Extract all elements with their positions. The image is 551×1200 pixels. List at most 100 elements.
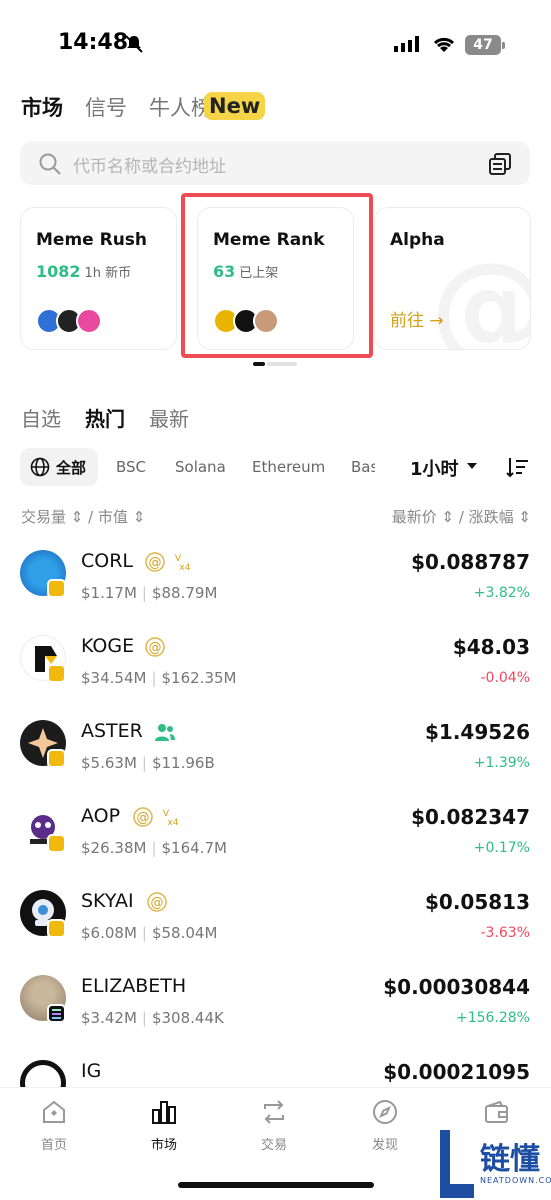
token-change: +0.17% bbox=[473, 840, 530, 856]
watermark-l-icon bbox=[440, 1130, 474, 1198]
token-change: +3.82% bbox=[473, 585, 530, 601]
token-symbol: KOGE bbox=[81, 635, 135, 657]
card-meme-rank[interactable]: Meme Rank 63 已上架 bbox=[197, 207, 354, 350]
card-count: 63 已上架 bbox=[213, 262, 279, 281]
timeframe-select[interactable]: 1小时 bbox=[410, 455, 459, 481]
goto-link[interactable]: 前往 → bbox=[390, 306, 444, 331]
token-stats: $1.17M | $88.79M bbox=[81, 584, 218, 602]
svg-text:@: @ bbox=[151, 896, 164, 911]
chain-all-chip[interactable]: 全部 bbox=[20, 448, 98, 486]
token-price: $48.03 bbox=[452, 635, 530, 659]
nav-market[interactable]: 市场 bbox=[124, 1098, 204, 1153]
bar-chart-icon bbox=[152, 1101, 176, 1124]
chain-base[interactable]: Bas bbox=[351, 458, 375, 476]
tab-favorites[interactable]: 自选 bbox=[21, 403, 61, 432]
home-indicator bbox=[178, 1182, 374, 1188]
bsc-badge-icon bbox=[47, 579, 66, 598]
nav-home[interactable]: 首页 bbox=[14, 1098, 94, 1153]
x4-icon: Vx4 bbox=[163, 809, 179, 827]
token-stats: $6.08M | $58.04M bbox=[81, 924, 218, 942]
token-stats: $34.54M | $162.35M bbox=[81, 669, 237, 687]
battery-icon: 47 bbox=[465, 35, 505, 55]
svg-text:x4: x4 bbox=[179, 563, 190, 572]
tab-rank[interactable]: 牛人榜 bbox=[149, 92, 212, 122]
new-badge: New bbox=[204, 92, 266, 120]
alpha-icon: @ bbox=[145, 637, 165, 657]
tab-latest[interactable]: 最新 bbox=[149, 403, 189, 432]
alpha-icon: @ bbox=[133, 807, 153, 827]
card-meme-rush[interactable]: Meme Rush 1082 1h 新币 bbox=[20, 207, 177, 350]
swap-icon bbox=[264, 1100, 284, 1124]
svg-text:x4: x4 bbox=[167, 818, 178, 827]
bsc-badge-icon bbox=[47, 749, 66, 768]
chain-solana[interactable]: Solana bbox=[175, 458, 226, 476]
bsc-badge-icon bbox=[47, 664, 66, 683]
bsc-badge-icon bbox=[47, 834, 66, 853]
search-input[interactable]: 代币名称或合约地址 bbox=[73, 152, 226, 177]
token-stats: $3.42M | $308.44K bbox=[81, 1009, 224, 1027]
globe-icon bbox=[30, 457, 50, 477]
x4-icon: Vx4 bbox=[175, 554, 191, 572]
token-symbol: ELIZABETH bbox=[81, 975, 187, 997]
caret-down-icon bbox=[467, 463, 477, 469]
card-count: 1082 1h 新币 bbox=[36, 262, 132, 281]
carousel-dot bbox=[267, 362, 297, 366]
token-price: $0.00021095 bbox=[383, 1060, 530, 1084]
card-alpha[interactable]: @ Alpha 前往 → bbox=[374, 207, 531, 350]
token-row[interactable]: SKYAI @ $6.08M | $58.04M $0.05813 -3.63% bbox=[0, 882, 551, 952]
tab-hot[interactable]: 热门 bbox=[85, 403, 125, 432]
token-price: $0.088787 bbox=[411, 550, 530, 574]
token-price: $0.00030844 bbox=[383, 975, 530, 999]
watchlist-copy-icon[interactable] bbox=[488, 152, 512, 176]
token-symbol: IG bbox=[81, 1060, 102, 1082]
users-icon bbox=[155, 724, 175, 741]
status-bar: 14:48 47 bbox=[0, 0, 551, 80]
token-stats: $5.63M | $11.96B bbox=[81, 754, 215, 772]
chain-filter: 全部 BSC Solana Ethereum Bas 1小时 bbox=[20, 448, 551, 486]
svg-text:@: @ bbox=[149, 556, 162, 571]
alpha-bg-icon: @ bbox=[430, 238, 530, 349]
column-header-volume[interactable]: 交易量 ⇕ / 市值 ⇕ bbox=[21, 506, 145, 527]
compass-icon bbox=[373, 1100, 397, 1124]
token-logo bbox=[20, 1060, 66, 1087]
tab-market[interactable]: 市场 bbox=[21, 92, 63, 122]
wifi-icon bbox=[433, 37, 455, 52]
token-stats: $26.38M | $164.7M bbox=[81, 839, 227, 857]
card-title: Meme Rush bbox=[36, 230, 148, 250]
token-row[interactable]: AOP @ Vx4 $26.38M | $164.7M $0.082347 +0.1… bbox=[0, 797, 551, 867]
token-change: +156.28% bbox=[455, 1010, 530, 1026]
nav-trade[interactable]: 交易 bbox=[234, 1098, 314, 1153]
chain-bsc[interactable]: BSC bbox=[116, 458, 146, 476]
token-price: $1.49526 bbox=[424, 720, 530, 744]
svg-text:@: @ bbox=[137, 811, 150, 826]
carousel-dot-active bbox=[253, 362, 265, 366]
sort-icon[interactable] bbox=[506, 456, 530, 478]
token-row[interactable]: ASTER $5.63M | $11.96B $1.49526 +1.39% bbox=[0, 712, 551, 782]
bsc-badge-icon bbox=[47, 919, 66, 938]
token-symbol: AOP bbox=[81, 805, 121, 827]
search-icon bbox=[39, 153, 61, 175]
signal-icon bbox=[394, 36, 419, 52]
token-row[interactable]: ELIZABETH $3.42M | $308.44K $0.00030844 +1… bbox=[0, 967, 551, 1037]
token-row[interactable]: CORL @ Vx4 $1.17M | $88.79M $0.088787 +3.8… bbox=[0, 542, 551, 612]
wallet-icon bbox=[485, 1100, 508, 1123]
token-row[interactable]: IG $0.00021095 bbox=[0, 1052, 551, 1087]
status-time: 14:48 bbox=[58, 30, 129, 55]
column-header-price[interactable]: 最新价 ⇕ / 涨跌幅 ⇕ bbox=[392, 506, 531, 527]
nav-wallet[interactable] bbox=[456, 1098, 536, 1126]
token-row[interactable]: KOGE @ $34.54M | $162.35M $48.03 -0.04% bbox=[0, 627, 551, 697]
nav-discover[interactable]: 发现 bbox=[345, 1098, 425, 1153]
card-title: Alpha bbox=[390, 230, 445, 250]
search-bar[interactable]: 代币名称或合约地址 bbox=[20, 141, 530, 185]
watermark-logo: 链懂 NEATDOWN.COM bbox=[436, 1128, 551, 1200]
token-change: +1.39% bbox=[473, 755, 530, 771]
token-price: $0.082347 bbox=[411, 805, 530, 829]
tab-signal[interactable]: 信号 bbox=[85, 92, 127, 122]
token-symbol: SKYAI bbox=[81, 890, 134, 912]
card-title: Meme Rank bbox=[213, 230, 325, 250]
chain-ethereum[interactable]: Ethereum bbox=[252, 458, 325, 476]
alpha-icon: @ bbox=[147, 892, 167, 912]
solana-badge-icon bbox=[47, 1004, 66, 1023]
home-icon bbox=[43, 1100, 65, 1123]
alpha-icon: @ bbox=[145, 552, 165, 572]
